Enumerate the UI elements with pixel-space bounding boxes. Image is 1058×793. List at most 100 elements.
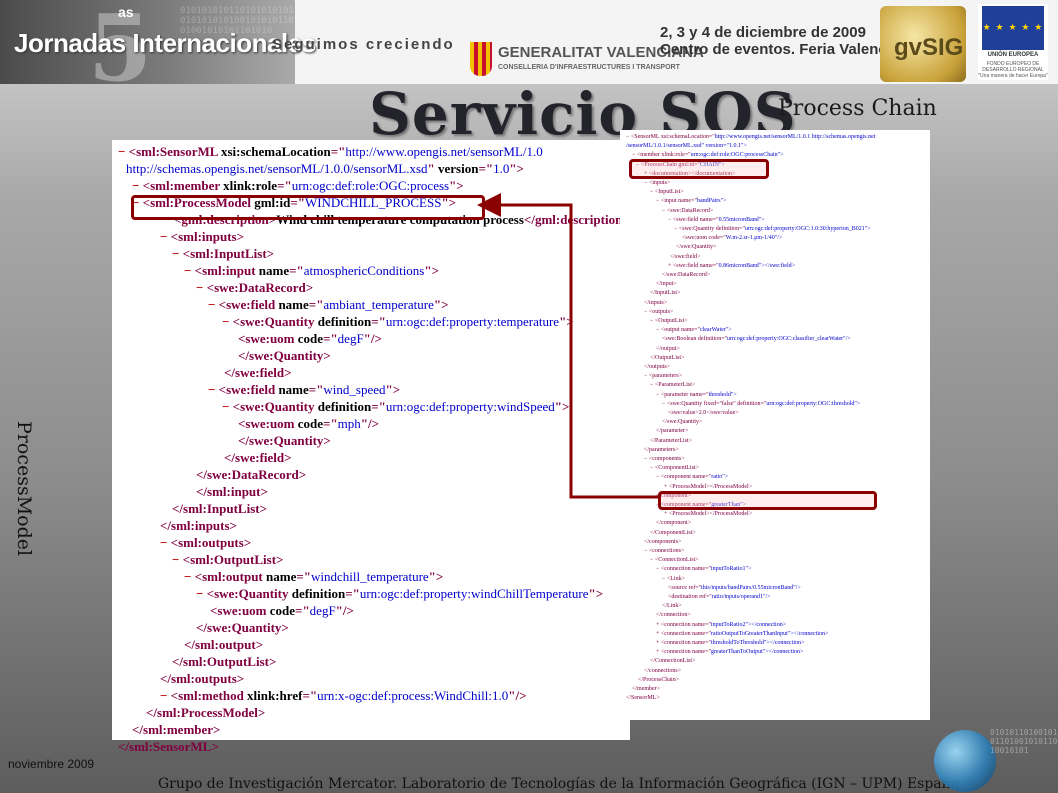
chain-xml-tag: − <output name=" [656,327,700,334]
xml-line: </swe:Quantity> [238,433,331,449]
xml-line[interactable]: − <swe:Quantity definition="urn:ogc:def:… [222,399,569,415]
xml-line[interactable]: − <sml:input name="atmosphericConditions… [184,263,439,279]
chain-xml-tag: + <connection name=" [656,640,711,646]
xml-tag: </sml:outputs> [160,671,245,686]
chain-xml-line: <swe:Boolean definition="urn:ogc:def:pro… [662,335,851,343]
xml-line[interactable]: − <swe:Quantity definition="urn:ogc:def:… [196,586,603,602]
xml-tag: =" [302,688,318,703]
xml-attr: name [258,263,290,278]
xml-line[interactable]: − <sml:output name="windchill_temperatur… [184,569,443,585]
xml-value: ambiant_temperature [323,297,434,312]
xml-toggle[interactable]: − [222,399,233,414]
chain-xml-tag: </member> [632,686,661,692]
processchain-highlight [629,159,769,179]
chain-xml-value: clearWater"> [699,327,732,334]
chain-xml-value: 0.55micronBand"> [718,216,765,223]
xml-tag: =" [289,263,304,278]
xml-tag: "> [559,314,574,329]
xml-line[interactable]: − <sml:member xlink:role="urn:ogc:def:ro… [132,178,464,194]
chain-xml-tag: </swe:field> [670,253,701,260]
chain-xml-line: <source ref="this/inputs/bandPairs/0.55m… [668,584,801,592]
xml-attr: name [266,569,297,584]
xml-value: degF [309,603,336,618]
xml-tag: =" [308,382,324,397]
chain-xml-line: − <InputList> [650,188,684,196]
chain-xml-tag: − <ParameterList> [650,382,696,389]
chain-xml-line: − <input name="bandPairs"> [656,197,726,205]
xml-line[interactable]: − <sml:method xlink:href="urn:x-ogc:def:… [160,688,527,704]
chain-xml-line: </output> [656,345,680,353]
xml-value: http://schemas.opengis.net/sensorML/1.0.… [126,161,428,176]
xml-line[interactable]: − <sml:OutputList> [172,552,283,568]
chain-xml-line: </components> [644,538,681,546]
chain-xml-line: − <outputs> [644,308,673,316]
chain-xml-tag: − <component name=" [656,474,712,481]
chain-xml-tag: − <OutputList> [650,318,688,324]
chain-xml-value: ratio"> [711,474,729,481]
chain-xml-line: </InputList> [650,289,680,297]
xml-tag: </sml:OutputList> [172,654,277,669]
xml-tag: "> [433,297,449,312]
generalitat-shield-icon [470,42,492,76]
xml-toggle[interactable]: − [196,280,207,295]
xml-tag: =" [323,416,338,431]
event-venue-line: Centro de eventos. Feria Valencia [660,41,900,58]
chain-xml-tag: − <ComponentList> [650,465,699,472]
xml-toggle[interactable]: − [208,297,219,312]
xml-tag: <sml:output [194,569,267,584]
chain-xml-value: http://www.opengis.net/sensorML/1.0.1 ht… [714,134,876,140]
chain-xml-tag: − <ConnectionList> [650,557,699,564]
xml-toggle[interactable]: − [160,688,171,703]
chain-xml-value: inputToRatio2"></connection> [710,621,787,628]
xml-toggle[interactable]: − [196,586,207,601]
xml-line[interactable]: − <sml:InputList> [172,246,274,262]
xml-tag: </sml:input> [196,484,268,499]
xml-tag: </swe:field> [224,450,292,465]
eu-logo-title: UNIÓN EUROPEA [987,52,1039,58]
chain-xml-line: <swe:value>2.0</swe:value> [668,409,739,417]
chain-xml-line: + <swe:field name="0.86micronBand"></swe… [668,262,795,270]
xml-toggle[interactable]: − [184,263,195,278]
xml-toggle[interactable]: − [184,569,195,584]
xml-toggle[interactable]: − [160,535,171,550]
xml-line[interactable]: − <sml:inputs> [160,229,244,245]
xml-value: urn:x-ogc:def:process:WindChill:1.0 [317,688,509,703]
chain-xml-line: − <parameter name="threshold"> [656,391,737,399]
xml-line[interactable]: − <swe:DataRecord> [196,280,313,296]
xml-line[interactable]: − <sml:SensorML xsi:schemaLocation="http… [118,144,543,160]
xml-line[interactable]: − <swe:field name="wind_speed"> [208,382,400,398]
xml-tag: <swe:Quantity [232,314,318,329]
xml-attr: name [278,382,309,397]
chain-xml-line: </connections> [644,667,681,675]
chain-xml-line: − <swe:Quantity fixed="false" definition… [662,400,860,408]
xml-line[interactable]: − <swe:field name="ambiant_temperature"> [208,297,448,313]
chain-xml-tag: </swe:DataRecord> [662,272,711,278]
xml-line: </swe:DataRecord> [196,467,306,483]
xml-line: </sml:member> [132,722,220,738]
xml-toggle[interactable]: − [132,178,143,193]
chain-xml-tag: − <SensorML xsi:schemaLocation=" [626,134,715,140]
xml-toggle[interactable]: − [222,314,233,329]
xml-toggle[interactable]: − [172,552,183,567]
xml-toggle[interactable]: − [208,382,219,397]
chain-xml-value: urn:ogc:def:property:OGC:threshold"> [766,400,861,407]
xml-line[interactable]: − <swe:Quantity definition="urn:ogc:def:… [222,314,574,330]
chain-xml-line: </connection> [656,611,691,619]
xml-toggle[interactable]: − [160,229,171,244]
chain-xml-value: threshold"> [708,391,737,398]
chain-xml-line: − <swe:field name="0.55micronBand"> [668,216,765,224]
xml-tag: =" [296,569,311,584]
event-edition-suffix: as [118,4,134,20]
xml-tag: </swe:DataRecord> [196,467,307,482]
xml-tag: <sml:method [170,688,248,703]
xml-tag: <sml:inputs> [170,229,245,244]
chain-xml-tag: </Link> [662,603,682,610]
xml-tag: </gml:description> [523,212,630,227]
xml-value: http://www.opengis.net/sensorML/1.0 [345,144,543,159]
xml-toggle[interactable]: − [118,144,129,159]
chain-xml-line: − <output name="clearWater"> [656,326,732,334]
xml-toggle[interactable]: − [172,246,183,261]
xml-line[interactable]: − <sml:outputs> [160,535,251,551]
eu-flag-icon: ★ ★ ★ ★ ★ [982,6,1044,50]
xml-tag: <swe:uom [210,603,270,618]
